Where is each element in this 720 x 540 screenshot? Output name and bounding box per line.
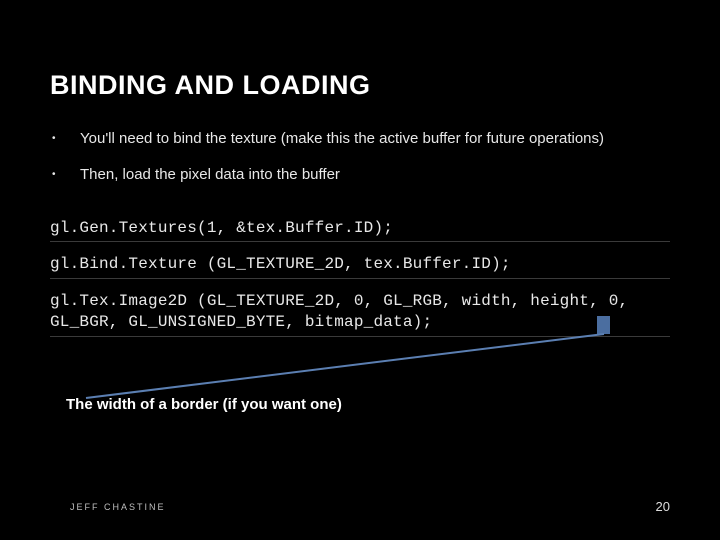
list-item: • Then, load the pixel data into the buf… bbox=[50, 165, 670, 185]
code-line-1: gl.Gen.Textures(1, &tex.Buffer.ID); bbox=[50, 216, 670, 243]
bullet-text: You'll need to bind the texture (make th… bbox=[80, 129, 670, 149]
code-line-2: gl.Bind.Texture (GL_TEXTURE_2D, tex.Buff… bbox=[50, 252, 670, 279]
slide-title: BINDING AND LOADING bbox=[50, 70, 670, 101]
bullet-dot: • bbox=[50, 129, 80, 149]
list-item: • You'll need to bind the texture (make … bbox=[50, 129, 670, 149]
page-number: 20 bbox=[656, 499, 670, 514]
bullet-text: Then, load the pixel data into the buffe… bbox=[80, 165, 670, 185]
code-line-3: gl.Tex.Image2D (GL_TEXTURE_2D, 0, GL_RGB… bbox=[50, 289, 670, 337]
footer-author: JEFF CHASTINE bbox=[70, 502, 166, 512]
bullet-dot: • bbox=[50, 165, 80, 185]
annotation-text: The width of a border (if you want one) bbox=[60, 392, 348, 417]
bullet-list: • You'll need to bind the texture (make … bbox=[50, 129, 670, 186]
